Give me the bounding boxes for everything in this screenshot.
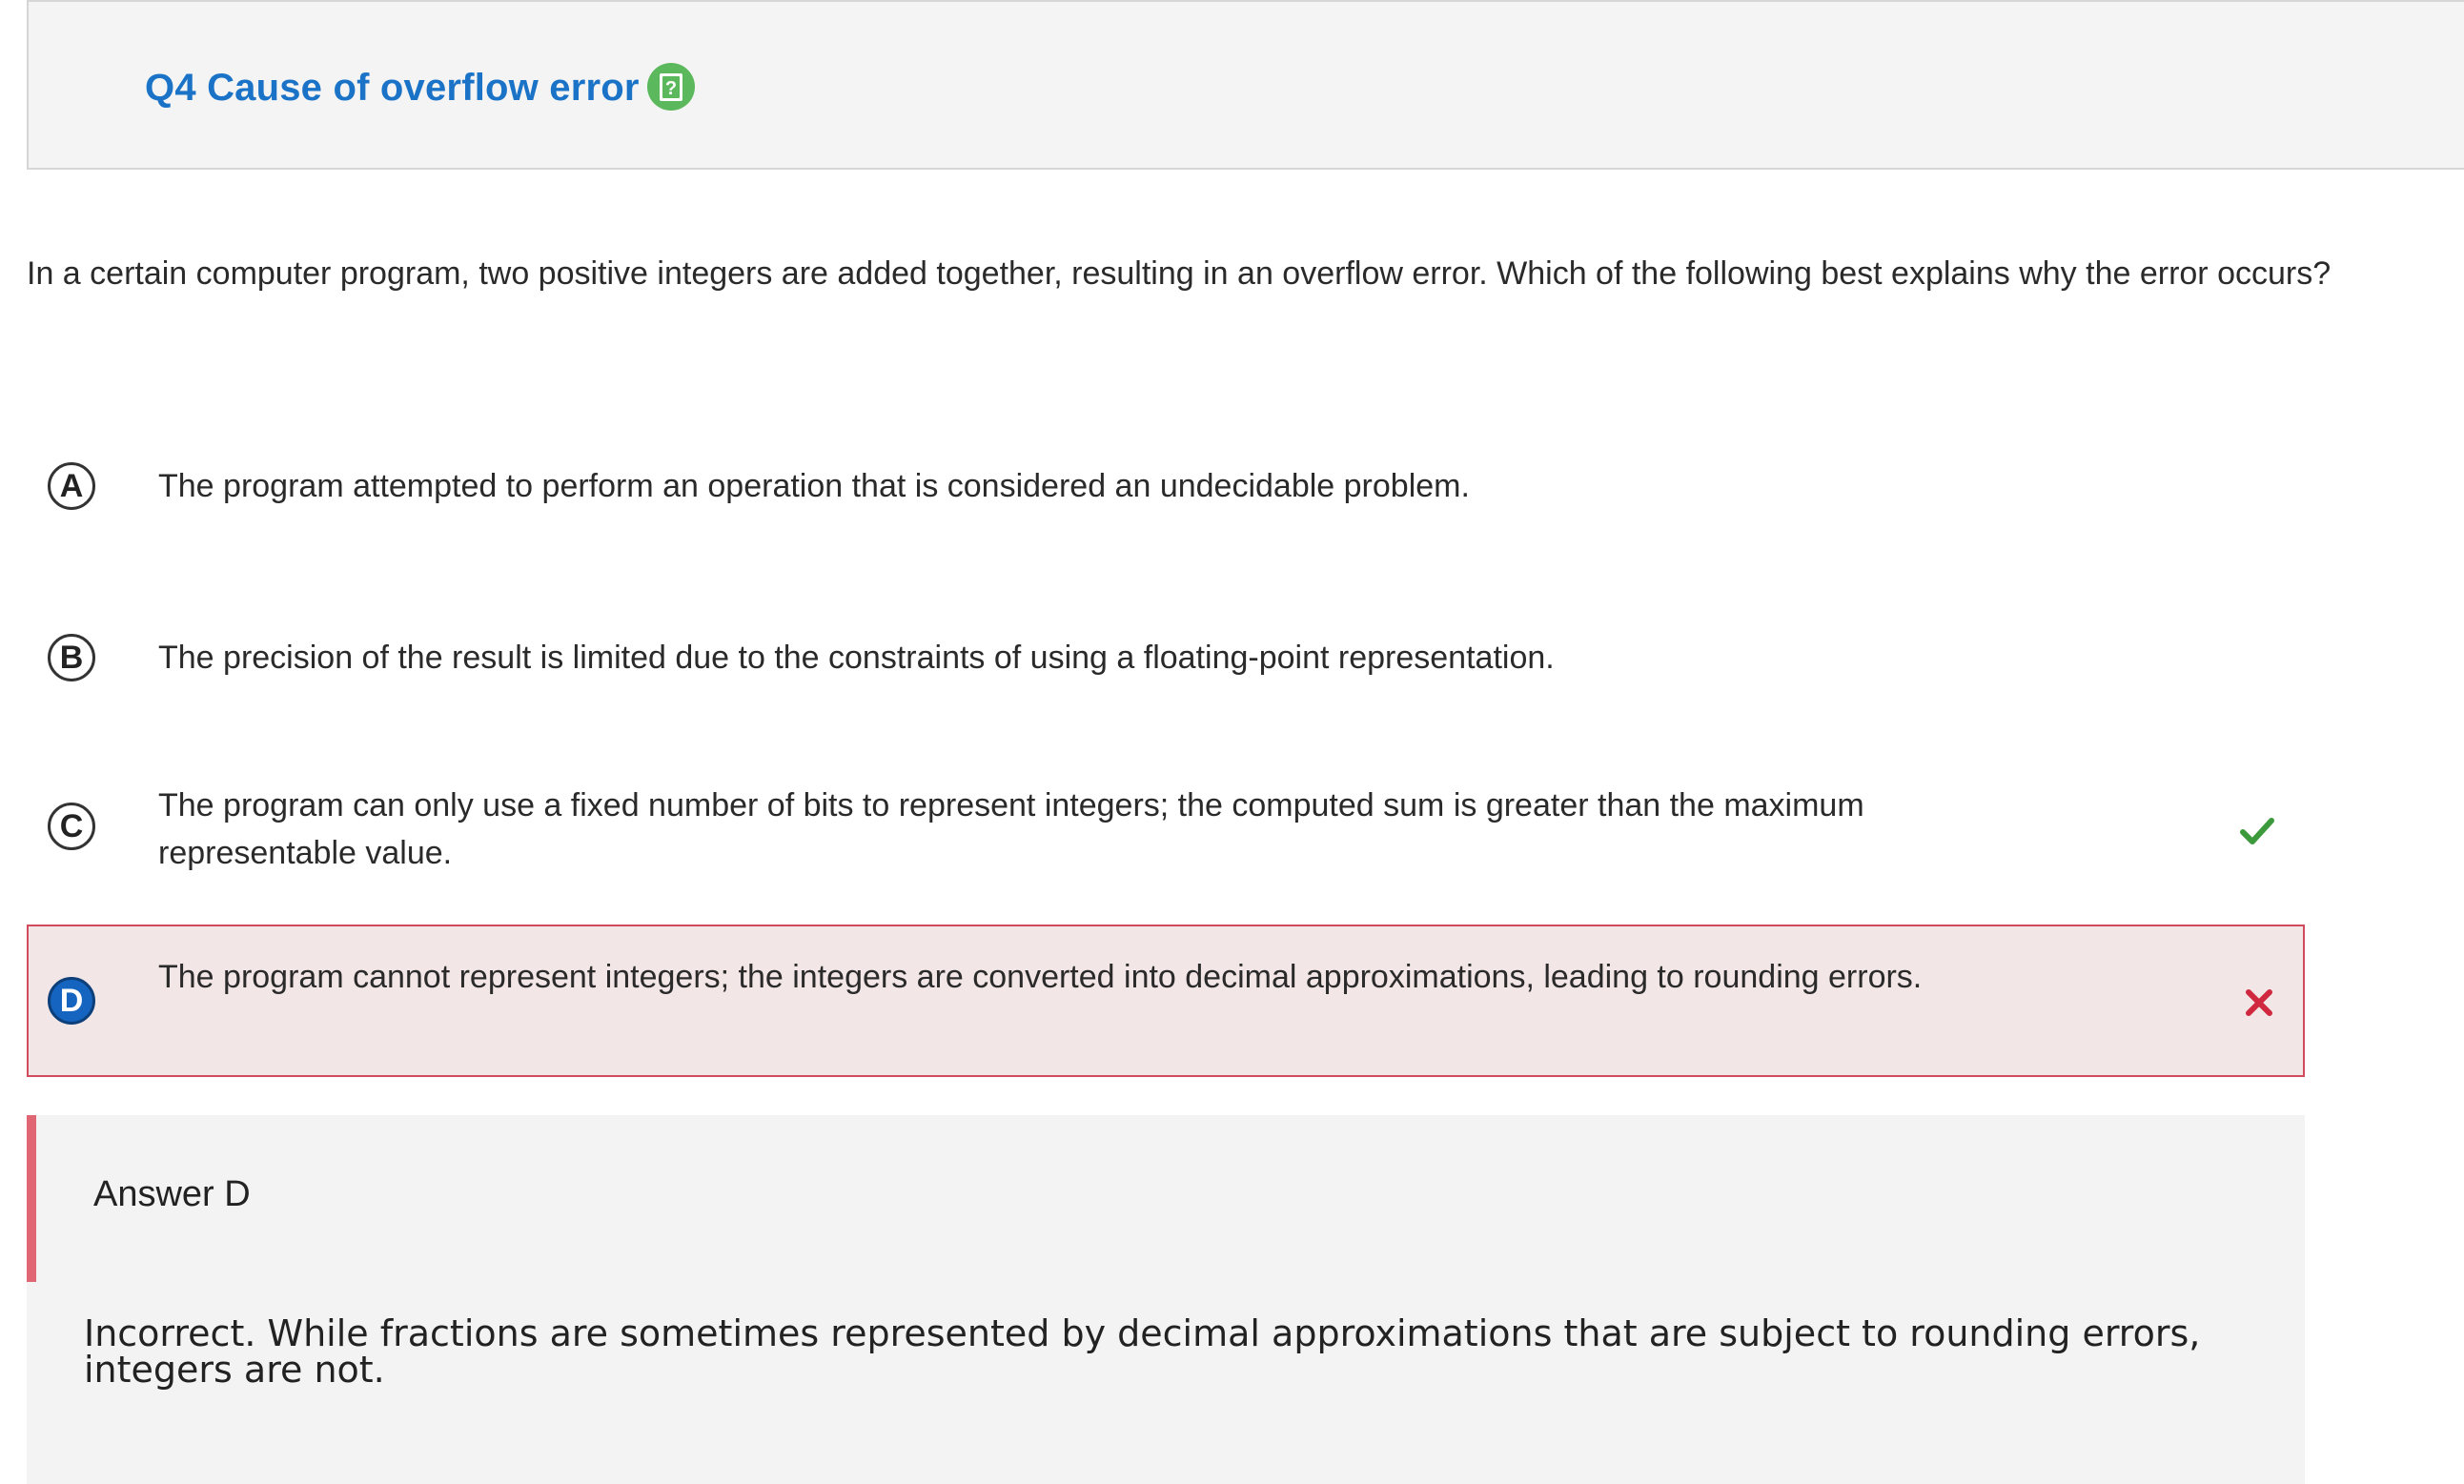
option-text: The precision of the result is limited d… bbox=[158, 640, 1555, 676]
option-text: The program attempted to perform an oper… bbox=[158, 468, 1470, 504]
option-letter-circle[interactable]: D bbox=[48, 977, 95, 1025]
question-stem: In a certain computer program, two posit… bbox=[27, 255, 2332, 292]
answer-accent-bar bbox=[27, 1115, 36, 1282]
help-question-icon[interactable]: ? bbox=[646, 62, 696, 112]
option-letter-circle[interactable]: C bbox=[48, 803, 95, 850]
option-letter-circle[interactable]: A bbox=[48, 462, 95, 510]
option-a[interactable]: A The program attempted to perform an op… bbox=[27, 457, 2305, 515]
option-c[interactable]: C The program can only use a fixed numbe… bbox=[27, 782, 2305, 886]
question-header: Q4 Cause of overflow error ? bbox=[27, 0, 2464, 170]
option-text: The program can only use a fixed number … bbox=[158, 787, 1864, 871]
x-mark-icon bbox=[2246, 989, 2272, 1016]
option-text: The program cannot represent integers; t… bbox=[158, 959, 1923, 995]
answer-explanation: Incorrect. While fractions are sometimes… bbox=[84, 1312, 2201, 1391]
question-page: Q4 Cause of overflow error ? In a certai… bbox=[0, 0, 2464, 1484]
answer-title: Answer D bbox=[93, 1174, 251, 1214]
option-b[interactable]: B The precision of the result is limited… bbox=[27, 629, 2305, 686]
question-title: Q4 Cause of overflow error bbox=[145, 67, 640, 109]
option-letter-circle[interactable]: B bbox=[48, 634, 95, 681]
checkmark-icon bbox=[2240, 818, 2274, 844]
option-d-selected[interactable]: D The program cannot represent integers;… bbox=[27, 925, 2305, 1077]
answer-feedback-panel: Answer D Incorrect. While fractions are … bbox=[27, 1115, 2305, 1484]
svg-text:?: ? bbox=[665, 78, 677, 99]
